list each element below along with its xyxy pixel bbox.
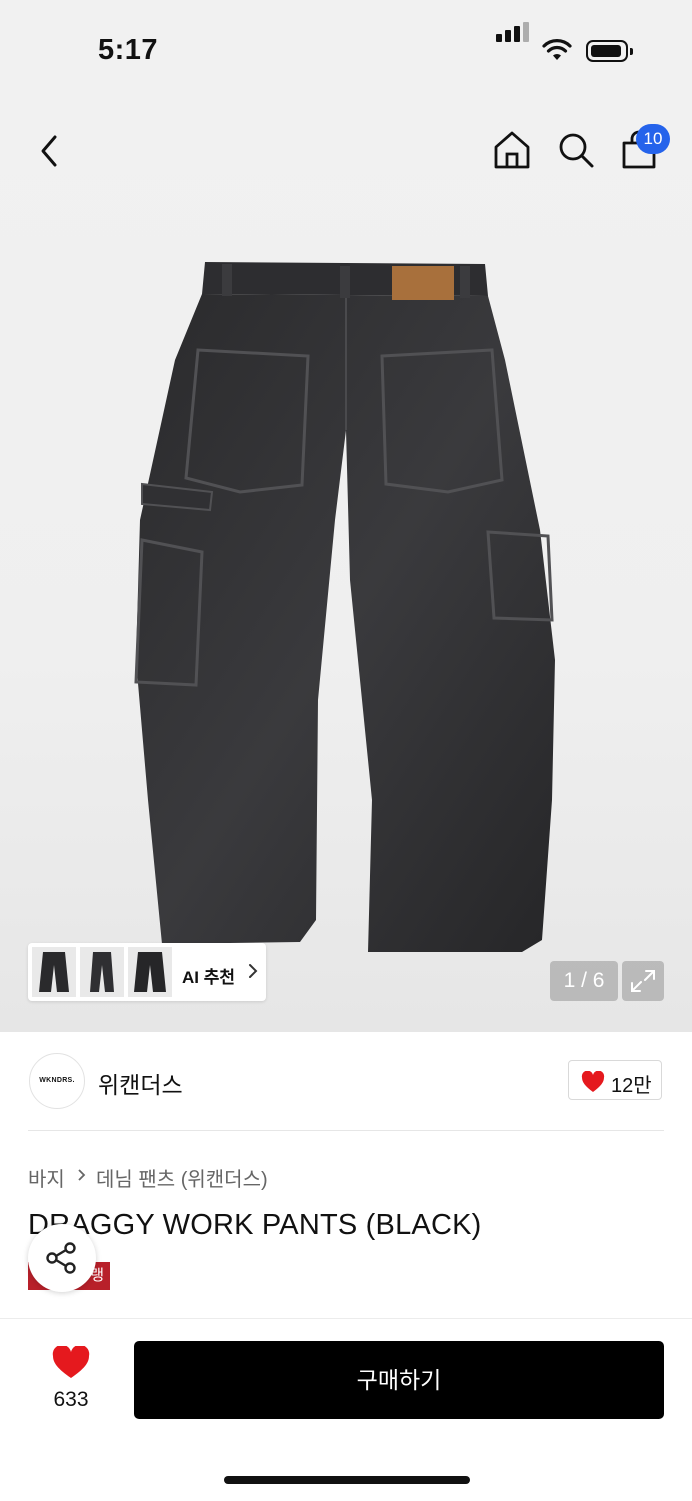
chevron-right-icon: [249, 964, 258, 978]
product-image: [134, 262, 555, 952]
thumbnail[interactable]: [32, 947, 76, 997]
breadcrumb-category[interactable]: 바지: [28, 1163, 65, 1192]
heart-icon: [581, 1071, 605, 1092]
brand-like-count: 12만: [611, 1075, 652, 1097]
expand-icon: [631, 970, 655, 992]
expand-button[interactable]: [622, 961, 664, 1001]
breadcrumb-subcategory[interactable]: 데님 팬츠 (위캔더스): [96, 1163, 268, 1192]
share-button[interactable]: [28, 1224, 96, 1292]
heart-icon: [52, 1346, 90, 1378]
product-title: DRAGGY WORK PANTS (BLACK): [28, 1209, 482, 1241]
battery-icon: [586, 40, 633, 62]
search-icon[interactable]: [557, 131, 595, 169]
status-bar: 5:17: [0, 0, 692, 100]
thumbnail[interactable]: [80, 947, 124, 997]
home-icon[interactable]: [493, 130, 531, 170]
brand-like-button[interactable]: 12만: [568, 1060, 662, 1100]
cart-count-badge: 10: [636, 124, 670, 154]
buy-button[interactable]: 구매하기: [134, 1341, 664, 1419]
share-icon: [46, 1242, 76, 1274]
chevron-right-icon: [78, 1169, 86, 1181]
ai-recommend-label: AI 추천: [182, 968, 236, 987]
brand-name[interactable]: 위캔더스: [98, 1066, 183, 1100]
favorite-button[interactable]: 633: [44, 1346, 98, 1418]
image-counter: 1 / 6: [550, 961, 618, 1001]
home-indicator: [224, 1476, 470, 1484]
divider: [28, 1130, 664, 1131]
wifi-icon: [542, 39, 572, 60]
back-icon[interactable]: [38, 134, 62, 168]
product-image-area[interactable]: [0, 100, 692, 1032]
favorite-count: 633: [53, 1388, 89, 1411]
brand-logo[interactable]: WKNDRS.: [29, 1053, 85, 1109]
ai-recommend-strip[interactable]: AI 추천: [28, 943, 266, 1001]
status-time: 5:17: [98, 34, 159, 66]
thumbnail[interactable]: [128, 947, 172, 997]
